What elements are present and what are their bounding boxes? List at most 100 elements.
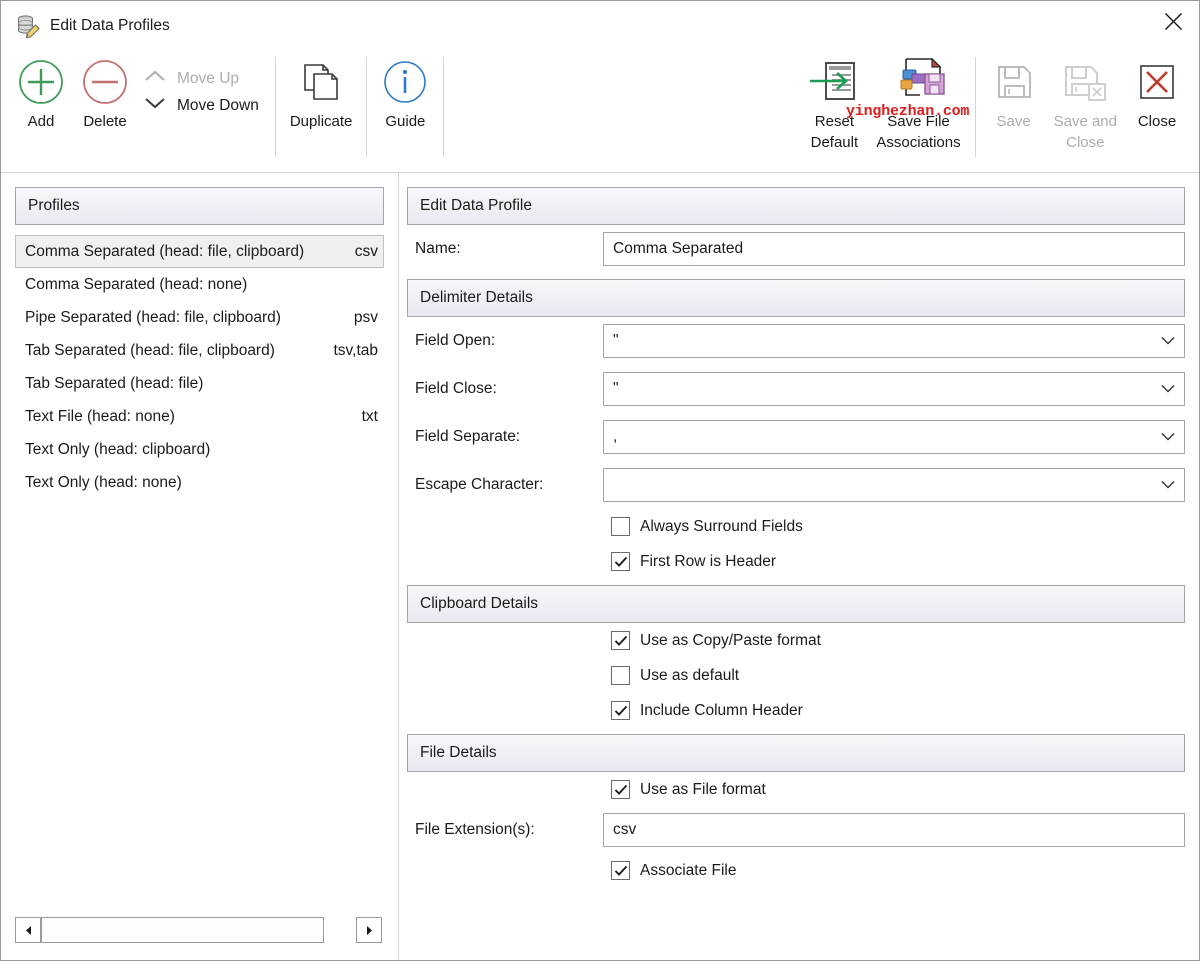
profile-name: Pipe Separated (head: file, clipboard) <box>25 308 281 326</box>
profiles-horizontal-scrollbar[interactable] <box>15 914 384 946</box>
titlebar: Edit Data Profiles <box>1 1 1199 51</box>
first-row-is-header-checkbox[interactable] <box>611 552 630 571</box>
list-item[interactable]: Text File (head: none) txt <box>15 400 384 433</box>
content-area: Profiles Comma Separated (head: file, cl… <box>1 173 1199 960</box>
list-item[interactable]: Tab Separated (head: file, clipboard) ts… <box>15 334 384 367</box>
chevron-down-icon <box>1161 428 1175 446</box>
field-close-combobox[interactable]: " <box>603 372 1185 406</box>
list-item[interactable]: Text Only (head: clipboard) <box>15 433 384 466</box>
plus-circle-icon <box>17 55 65 109</box>
use-as-default-checkbox[interactable] <box>611 666 630 685</box>
field-close-row: Field Close: " <box>407 365 1185 413</box>
list-item[interactable]: Comma Separated (head: file, clipboard) … <box>15 235 384 268</box>
include-column-header-label: Include Column Header <box>640 701 803 719</box>
always-surround-fields-checkbox[interactable] <box>611 517 630 536</box>
field-open-row: Field Open: " <box>407 317 1185 365</box>
list-item[interactable]: Comma Separated (head: none) <box>15 268 384 301</box>
name-label: Name: <box>415 240 461 257</box>
escape-character-combobox[interactable] <box>603 468 1185 502</box>
first-row-is-header-label: First Row is Header <box>640 552 777 570</box>
field-separate-row: Field Separate: , <box>407 413 1185 461</box>
list-item[interactable]: Text Only (head: none) <box>15 466 384 499</box>
save-button[interactable]: Save <box>982 51 1046 132</box>
file-extension-input[interactable]: csv <box>603 813 1185 847</box>
use-copy-paste-format-label: Use as Copy/Paste format <box>640 631 821 649</box>
duplicate-button[interactable]: Duplicate <box>282 51 361 132</box>
profiles-list[interactable]: Comma Separated (head: file, clipboard) … <box>15 235 384 906</box>
scrollbar-thumb[interactable] <box>41 917 324 943</box>
field-open-combobox[interactable]: " <box>603 324 1185 358</box>
delete-label: Delete <box>83 113 127 130</box>
associate-file-label: Associate File <box>640 861 737 879</box>
name-input[interactable]: Comma Separated <box>603 232 1185 266</box>
field-open-control: " <box>603 324 1185 358</box>
reset-default-button[interactable]: Reset Default <box>800 51 868 153</box>
move-down-button[interactable]: Move Down <box>139 92 263 119</box>
guide-label: Guide <box>385 113 426 130</box>
use-copy-paste-format-checkbox[interactable] <box>611 631 630 650</box>
reset-default-icon <box>808 55 860 109</box>
file-extension-label: File Extension(s): <box>415 821 535 838</box>
duplicate-label: Duplicate <box>289 113 353 130</box>
editor-form: Name: Comma Separated Delimiter Details … <box>407 225 1185 888</box>
profile-extension: psv <box>353 308 378 326</box>
profile-extension: tsv,tab <box>333 341 378 359</box>
save-file-associations-icon <box>890 55 948 109</box>
profile-name: Comma Separated (head: none) <box>25 275 248 293</box>
first-row-is-header-row: First Row is Header <box>407 544 1185 579</box>
list-item[interactable]: Tab Separated (head: file) <box>15 367 384 400</box>
clipboard-details-header: Clipboard Details <box>407 585 1185 623</box>
add-label: Add <box>27 113 55 130</box>
profile-name: Comma Separated (head: file, clipboard) <box>25 242 305 260</box>
scrollbar-track[interactable] <box>41 917 384 943</box>
toolbar-left-group: Add Delete Move Up Move Down Duplicate G… <box>1 51 450 157</box>
file-details-header: File Details <box>407 734 1185 772</box>
always-surround-fields-label: Always Surround Fields <box>640 517 803 535</box>
toolbar-divider-4 <box>974 57 976 157</box>
use-as-file-format-checkbox[interactable] <box>611 780 630 799</box>
profile-extension: csv <box>354 242 378 260</box>
list-item[interactable]: Pipe Separated (head: file, clipboard) p… <box>15 301 384 334</box>
field-separate-label: Field Separate: <box>415 428 521 445</box>
use-as-default-row: Use as default <box>407 658 1185 693</box>
delimiter-details-header: Delimiter Details <box>407 279 1185 317</box>
close-button[interactable]: Close <box>1125 51 1189 132</box>
use-copy-paste-format-row: Use as Copy/Paste format <box>407 623 1185 658</box>
always-surround-fields-row: Always Surround Fields <box>407 509 1185 544</box>
profile-name: Tab Separated (head: file) <box>25 374 204 392</box>
profile-name: Text File (head: none) <box>25 407 175 425</box>
save-label: Save <box>996 113 1031 130</box>
field-separate-control: , <box>603 420 1185 454</box>
data-profile-edit-icon <box>15 13 41 39</box>
field-separate-combobox[interactable]: , <box>603 420 1185 454</box>
chevron-down-icon <box>1161 380 1175 398</box>
field-separate-value: , <box>613 428 618 446</box>
save-and-close-button[interactable]: Save and Close <box>1046 51 1125 153</box>
delete-button[interactable]: Delete <box>73 51 137 132</box>
window-close-icon[interactable] <box>1147 1 1199 41</box>
move-up-button[interactable]: Move Up <box>139 65 263 92</box>
associate-file-checkbox[interactable] <box>611 861 630 880</box>
scroll-left-arrow-icon[interactable] <box>15 917 41 943</box>
guide-button[interactable]: Guide <box>373 51 437 132</box>
use-as-file-format-row: Use as File format <box>407 772 1185 807</box>
name-row: Name: Comma Separated <box>407 225 1185 273</box>
profiles-header: Profiles <box>15 187 384 225</box>
add-button[interactable]: Add <box>9 51 73 132</box>
save-file-associations-button[interactable]: Save File Associations <box>868 51 968 153</box>
include-column-header-checkbox[interactable] <box>611 701 630 720</box>
move-group: Move Up Move Down <box>137 51 269 119</box>
toolbar-divider <box>274 57 276 157</box>
field-close-control: " <box>603 372 1185 406</box>
minus-circle-icon <box>81 55 129 109</box>
name-control: Comma Separated <box>603 232 1185 266</box>
move-up-label: Move Up <box>177 69 240 87</box>
use-as-file-format-label: Use as File format <box>640 780 766 798</box>
move-down-label: Move Down <box>177 96 259 114</box>
scroll-right-arrow-icon[interactable] <box>356 917 382 943</box>
profile-name: Text Only (head: clipboard) <box>25 440 211 458</box>
chevron-down-icon <box>143 95 167 116</box>
floppy-disk-close-icon <box>1059 55 1111 109</box>
close-x-box-icon <box>1133 55 1181 109</box>
associate-file-row: Associate File <box>407 853 1185 888</box>
